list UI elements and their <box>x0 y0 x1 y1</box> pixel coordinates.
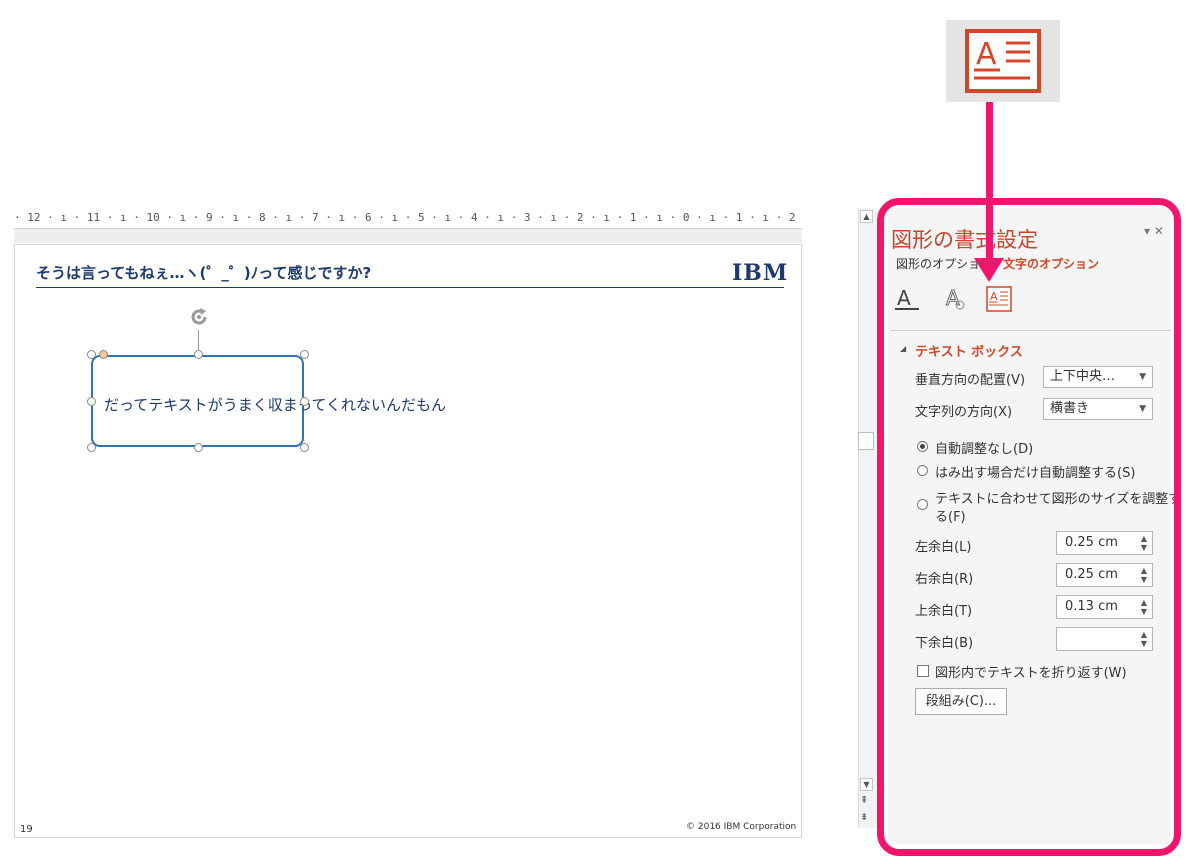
callout-arrow-shaft <box>986 102 993 262</box>
title-rule <box>36 287 784 288</box>
resize-handle-left[interactable] <box>87 397 96 406</box>
horizontal-ruler: · 12 · ı · 11 · ı · 10 · ı · 9 · ı · 8 ·… <box>14 208 802 229</box>
text-box-icon: A <box>965 29 1041 93</box>
adjust-handle[interactable] <box>99 350 108 359</box>
resize-handle-top-left[interactable] <box>87 350 96 359</box>
resize-handle-top[interactable] <box>194 350 203 359</box>
vertical-scrollbar[interactable] <box>858 208 877 828</box>
svg-text:A: A <box>976 37 997 72</box>
copyright-text: © 2016 IBM Corporation <box>686 822 797 832</box>
resize-handle-bottom-right[interactable] <box>300 443 309 452</box>
resize-handle-bottom[interactable] <box>194 443 203 452</box>
page-number: 19 <box>20 824 33 835</box>
resize-handle-right[interactable] <box>300 397 309 406</box>
previous-slide-icon[interactable]: ⇞ <box>860 795 868 806</box>
slide-gap <box>14 229 802 243</box>
scroll-up-icon[interactable]: ▲ <box>860 210 873 223</box>
slide-canvas[interactable] <box>14 244 802 838</box>
rotate-handle-icon[interactable] <box>187 305 211 333</box>
resize-handle-top-right[interactable] <box>300 350 309 359</box>
ibm-logo: IBM <box>732 260 789 286</box>
callout-arrow-head-icon <box>974 258 1004 282</box>
scroll-down-icon[interactable]: ▼ <box>860 778 873 791</box>
scrollbar-thumb[interactable] <box>858 432 874 450</box>
resize-handle-bottom-left[interactable] <box>87 443 96 452</box>
text-box-content[interactable]: だってテキストがうまく収まってくれないんだもん <box>104 394 446 415</box>
callout-highlight-frame <box>877 198 1181 856</box>
next-slide-icon[interactable]: ⇟ <box>860 812 868 823</box>
zoomed-text-box-icon: A <box>946 20 1060 102</box>
slide-title[interactable]: そうは言ってもねぇ…ヽ(゜_゜)ﾉって感じですか? <box>36 262 371 283</box>
